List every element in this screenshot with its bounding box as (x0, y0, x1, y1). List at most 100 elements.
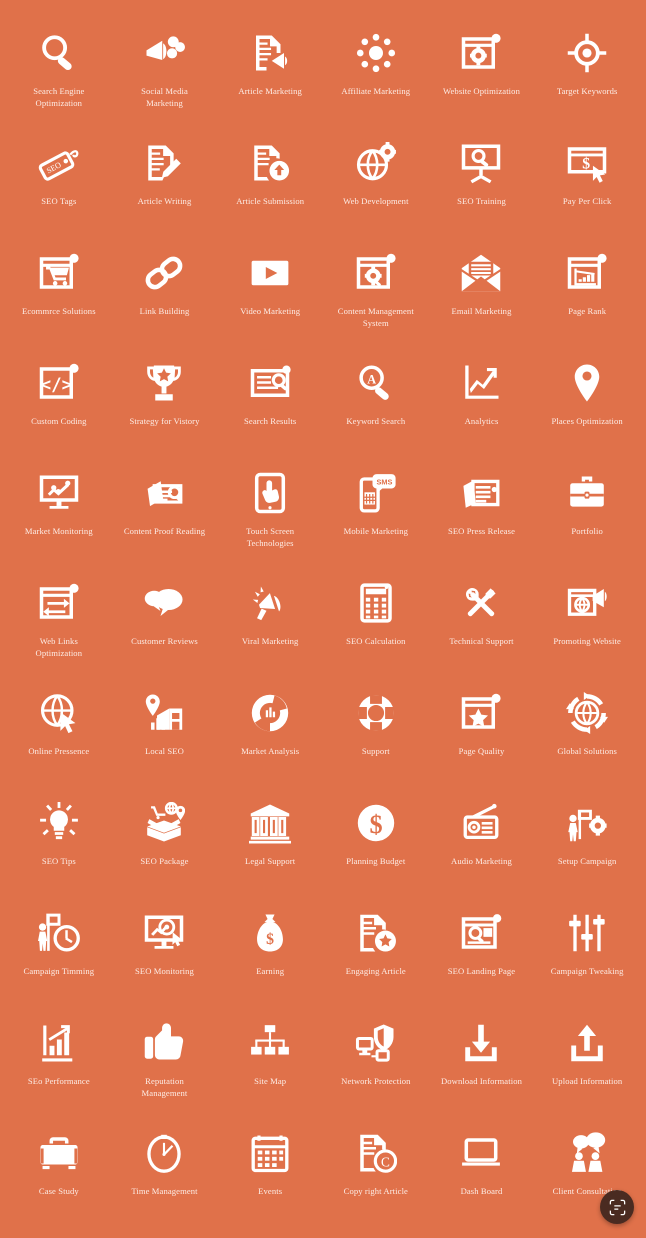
icon-tile[interactable]: Dash Board (429, 1122, 535, 1232)
icon-tile[interactable]: SEO Calculation (323, 572, 429, 682)
icon-tile[interactable]: Link Building (112, 242, 218, 352)
icon-label: Time Management (131, 1186, 198, 1196)
calendar-icon (239, 1130, 301, 1176)
icon-label: Keyword Search (346, 416, 406, 426)
suitcase-icon (28, 1130, 90, 1176)
icon-tile[interactable]: Search Engine Optimization (6, 22, 112, 132)
icon-tile[interactable]: SEO Tips (6, 792, 112, 902)
scan-floating-action-button[interactable] (600, 1190, 634, 1224)
icon-tile[interactable]: SMS Mobile Marketing (323, 462, 429, 572)
icon-tile[interactable]: Social Media Marketing (112, 22, 218, 132)
icon-tile[interactable]: Portfolio (534, 462, 640, 572)
sliders-icon (556, 910, 618, 956)
svg-text:C: C (381, 1154, 390, 1169)
consultation-bubbles-icon (556, 1130, 618, 1176)
icon-tile[interactable]: Network Protection (323, 1012, 429, 1122)
icon-tile[interactable]: Online Pressence (6, 682, 112, 792)
icon-tile[interactable]: Page Rank (534, 242, 640, 352)
newspaper-icon (450, 470, 512, 516)
svg-text:$: $ (582, 155, 590, 172)
icon-tile[interactable]: Content Proof Reading (112, 462, 218, 572)
icon-tile[interactable]: $ Earning (217, 902, 323, 1012)
icon-tile[interactable]: Time Management (112, 1122, 218, 1232)
icon-label: Viral Marketing (241, 636, 299, 646)
icon-tile[interactable]: C Copy right Article (323, 1122, 429, 1232)
icon-tile[interactable]: Target Keywords (534, 22, 640, 132)
icon-tile[interactable]: A Keyword Search (323, 352, 429, 462)
svg-text:$: $ (266, 931, 274, 948)
icon-tile[interactable]: Case Study (6, 1122, 112, 1232)
bank-columns-icon (239, 800, 301, 846)
icon-tile[interactable]: Touch Screen Technologies (217, 462, 323, 572)
icon-label: Local SEO (145, 746, 184, 756)
icon-tile[interactable]: Reputation Management (112, 1012, 218, 1122)
icon-tile[interactable]: Events (217, 1122, 323, 1232)
calculator-icon (345, 580, 407, 626)
icon-tile[interactable]: Search Results (217, 352, 323, 462)
icon-label: Article Marketing (238, 86, 302, 96)
icon-label: Analytics (464, 416, 499, 426)
icon-tile[interactable]: Viral Marketing (217, 572, 323, 682)
icon-tile[interactable]: Upload Information (534, 1012, 640, 1122)
icon-tile[interactable]: Web Development (323, 132, 429, 242)
icon-label: SEO Package (140, 856, 189, 866)
icon-tile[interactable]: Promoting Website (534, 572, 640, 682)
icon-label: Events (258, 1186, 283, 1196)
icon-tile[interactable]: SEO Monitoring (112, 902, 218, 1012)
icon-tile[interactable]: SEO Package (112, 792, 218, 902)
icon-tile[interactable]: Customer Reviews (112, 572, 218, 682)
icon-tile[interactable]: Market Monitoring (6, 462, 112, 572)
icon-tile[interactable]: SEO Landing Page (429, 902, 535, 1012)
icon-label: Market Analysis (241, 746, 300, 756)
icon-tile[interactable]: SEO SEO Tags (6, 132, 112, 242)
icon-label: Email Marketing (451, 306, 512, 316)
icon-tile[interactable]: Support (323, 682, 429, 792)
icon-tile[interactable]: Site Map (217, 1012, 323, 1122)
icon-label: Places Optimization (551, 416, 623, 426)
icon-tile[interactable]: </> Custom Coding (6, 352, 112, 462)
icon-tile[interactable]: Website Optimization (429, 22, 535, 132)
icon-tile[interactable]: SEO Press Release (429, 462, 535, 572)
icon-tile[interactable]: Content Management System (323, 242, 429, 352)
icon-tile[interactable]: Technical Support (429, 572, 535, 682)
icon-tile[interactable]: Affiliate Marketing (323, 22, 429, 132)
icon-label: Content Proof Reading (123, 526, 206, 536)
icon-tile[interactable]: SEo Performance (6, 1012, 112, 1122)
icon-tile[interactable]: Page Quality (429, 682, 535, 792)
browser-exchange-arrows-icon (28, 580, 90, 626)
icon-tile[interactable]: Download Information (429, 1012, 535, 1122)
icon-tile[interactable]: Article Writing (112, 132, 218, 242)
icon-tile[interactable]: SEO Training (429, 132, 535, 242)
icon-tile[interactable]: Setup Campaign (534, 792, 640, 902)
icon-tile[interactable]: Article Submission (217, 132, 323, 242)
icon-label: Web Links Optimization (35, 636, 83, 658)
icon-tile[interactable]: Campaign Timming (6, 902, 112, 1012)
icon-tile[interactable]: Global Solutions (534, 682, 640, 792)
icon-tile[interactable]: Email Marketing (429, 242, 535, 352)
icon-tile[interactable]: Ecommrce Solutions (6, 242, 112, 352)
icon-tile[interactable]: Engaging Article (323, 902, 429, 1012)
icon-label: Reputation Management (141, 1076, 188, 1098)
icon-tile[interactable]: Analytics (429, 352, 535, 462)
icon-label: Pay Per Click (562, 196, 612, 206)
icon-tile[interactable]: Legal Support (217, 792, 323, 902)
crosshair-target-icon (556, 30, 618, 76)
icon-tile[interactable]: Article Marketing (217, 22, 323, 132)
icon-label: Download Information (440, 1076, 522, 1086)
magnifier-icon (28, 30, 90, 76)
icon-tile[interactable]: $ Pay Per Click (534, 132, 640, 242)
icon-tile[interactable]: Web Links Optimization (6, 572, 112, 682)
video-play-icon (239, 250, 301, 296)
icon-tile[interactable]: Places Optimization (534, 352, 640, 462)
icon-tile[interactable]: Video Marketing (217, 242, 323, 352)
icon-label: Affiliate Marketing (341, 86, 411, 96)
icon-tile[interactable]: $ Planning Budget (323, 792, 429, 902)
icon-label: Social Media Marketing (141, 86, 188, 108)
document-copyright-icon: C (345, 1130, 407, 1176)
icon-tile[interactable]: Audio Marketing (429, 792, 535, 902)
icon-tile[interactable]: Strategy for Vistory (112, 352, 218, 462)
icon-tile[interactable]: Local SEO (112, 682, 218, 792)
icon-tile[interactable]: Campaign Tweaking (534, 902, 640, 1012)
briefcase-icon (556, 470, 618, 516)
icon-tile[interactable]: Market Analysis (217, 682, 323, 792)
